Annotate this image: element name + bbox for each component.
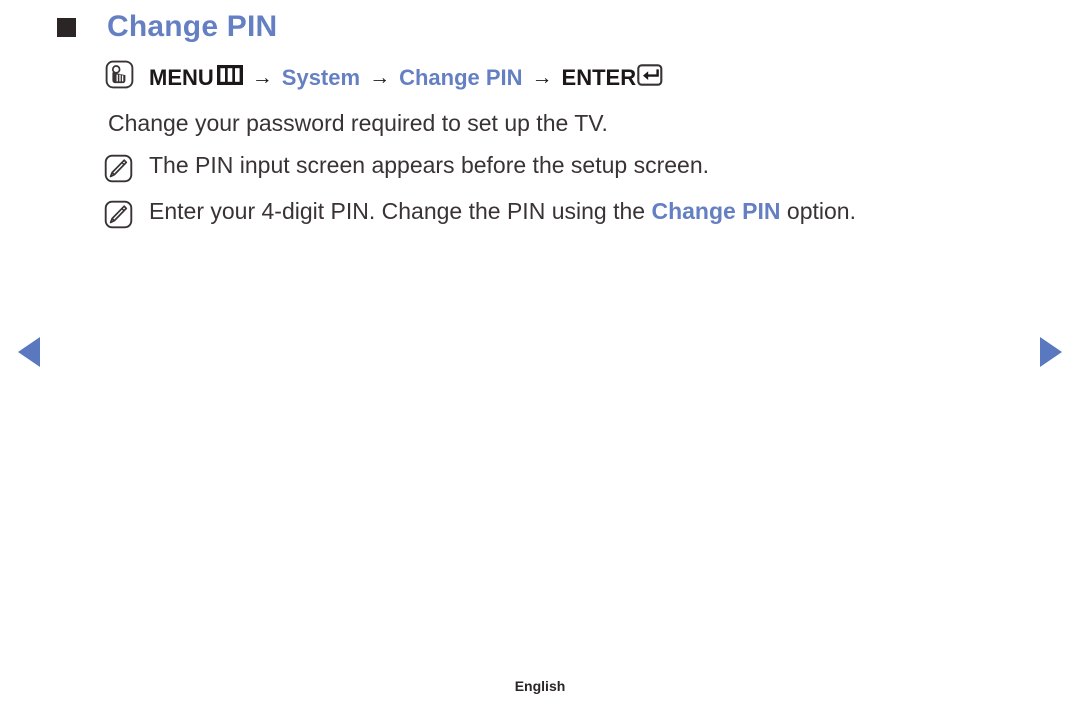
enter-return-icon	[637, 63, 667, 92]
menu-path-breadcrumb: MENU → System → Change PIN → ENTER	[105, 60, 667, 95]
note-pen-icon	[104, 200, 133, 234]
previous-page-arrow-icon[interactable]	[18, 337, 40, 367]
hand-press-icon	[105, 60, 134, 95]
note-pen-icon	[104, 154, 133, 188]
manual-page: Change PIN MENU → System → Change PIN → …	[0, 0, 1080, 705]
path-separator-1: →	[251, 66, 273, 89]
menu-label: MENU	[149, 64, 214, 90]
note-item: Enter your 4-digit PIN. Change the PIN u…	[104, 198, 856, 234]
note-text-before: Enter your 4-digit PIN. Change the PIN u…	[149, 198, 652, 224]
description-text: Change your password required to set up …	[108, 110, 608, 136]
page-title-row: Change PIN	[57, 12, 277, 42]
path-separator-3: →	[531, 66, 553, 89]
menu-step-system: System	[281, 64, 361, 90]
note-text-highlight: Change PIN	[651, 198, 781, 224]
note-item: The PIN input screen appears before the …	[104, 152, 709, 188]
black-square-bullet-icon	[57, 17, 76, 37]
note-text-after: option.	[780, 198, 856, 224]
note-text: Enter your 4-digit PIN. Change the PIN u…	[149, 198, 856, 226]
path-separator-2: →	[369, 66, 391, 89]
note-text: The PIN input screen appears before the …	[149, 152, 709, 178]
footer-language: English	[514, 678, 566, 694]
menu-step-change-pin: Change PIN	[399, 64, 523, 90]
next-page-arrow-icon[interactable]	[1040, 337, 1062, 367]
menu-bars-icon	[216, 64, 243, 91]
page-title: Change PIN	[107, 10, 278, 43]
enter-label: ENTER	[561, 64, 637, 90]
